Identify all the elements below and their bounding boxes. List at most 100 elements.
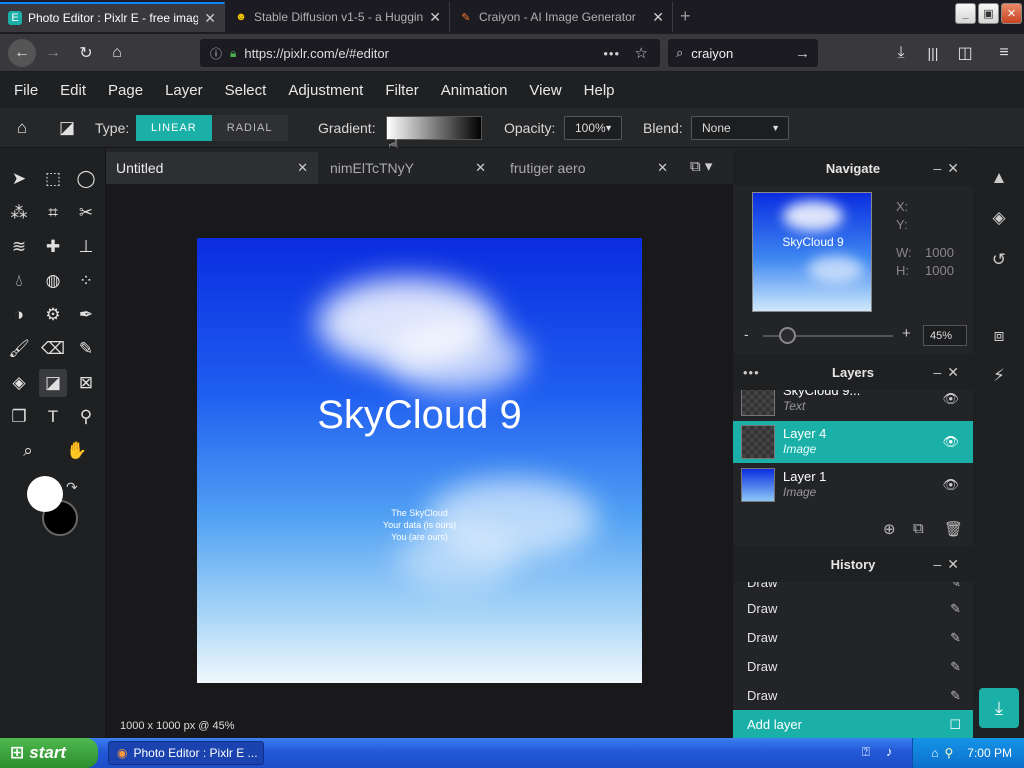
eye-icon[interactable]: 👁︎: [942, 391, 959, 407]
dots-pattern-icon[interactable]: ⁘: [72, 267, 100, 295]
back-arrow-icon[interactable]: ←: [8, 39, 36, 67]
fullscreen-icon[interactable]: ⧈: [987, 324, 1011, 348]
close-icon[interactable]: ✕: [657, 160, 668, 176]
menu-animation[interactable]: Animation: [441, 82, 508, 99]
url-bar[interactable]: ⓘ 🔒︎ https://pixlr.com/e/#editor ••• ☆: [200, 39, 660, 67]
browser-tab-craiyon[interactable]: ✎ Craiyon - AI Image Generator ✕: [451, 2, 673, 32]
close-icon[interactable]: ✕: [475, 160, 486, 176]
shape-frame-icon[interactable]: ⊠: [72, 369, 100, 397]
bookmark-star-icon[interactable]: ☆: [635, 44, 648, 62]
sticker-icon[interactable]: ❐: [5, 403, 33, 431]
close-icon[interactable]: ✕: [429, 9, 441, 26]
panel-controls[interactable]: –✕: [933, 364, 965, 381]
library-icon[interactable]: |||: [922, 42, 944, 64]
dodge-burn-icon[interactable]: ◑: [5, 301, 33, 329]
close-icon[interactable]: ✕: [297, 160, 308, 176]
network-icon[interactable]: ⌂: [931, 746, 938, 760]
menu-layer[interactable]: Layer: [165, 82, 203, 99]
download-icon[interactable]: ⤓: [890, 42, 912, 64]
history-item[interactable]: Draw ✎: [733, 594, 973, 623]
hand-pan-icon[interactable]: ✋: [63, 437, 91, 465]
minimize-button[interactable]: _: [955, 3, 976, 24]
doc-tab-nimeltctnyy[interactable]: nimElTcTNyY ✕: [320, 152, 496, 184]
history-item[interactable]: Draw ✎: [733, 681, 973, 710]
layer-row[interactable]: SkyCloud 9... Text 👁︎: [733, 390, 973, 420]
brush-icon[interactable]: 🖌︎: [5, 335, 33, 363]
zoom-in-icon[interactable]: +: [902, 325, 911, 342]
forward-arrow-icon[interactable]: →: [42, 42, 64, 64]
navigator-icon[interactable]: ▲: [987, 166, 1011, 190]
zoom-value-field[interactable]: 45%: [923, 325, 967, 346]
new-tab-icon[interactable]: +: [680, 6, 691, 27]
zoom-magnifier-icon[interactable]: ⌕: [14, 437, 42, 465]
blend-select[interactable]: None ▼: [691, 116, 789, 140]
lasso-icon[interactable]: ◯: [72, 165, 100, 193]
maximize-button[interactable]: ▣: [978, 3, 999, 24]
history-item[interactable]: Draw ✎: [733, 652, 973, 681]
reload-icon[interactable]: ↻: [75, 42, 97, 64]
panel-controls[interactable]: –✕: [933, 556, 965, 573]
hamburger-menu-icon[interactable]: ≡: [993, 42, 1015, 64]
trash-icon[interactable]: 🗑︎: [944, 520, 963, 538]
menu-edit[interactable]: Edit: [60, 82, 86, 99]
close-icon[interactable]: ✕: [204, 10, 216, 27]
sponge-icon[interactable]: ◍: [39, 267, 67, 295]
radial-button[interactable]: RADIAL: [211, 115, 288, 141]
liquify-icon[interactable]: ≋: [5, 233, 33, 261]
heal-bandage-icon[interactable]: ✚: [39, 233, 67, 261]
eye-icon[interactable]: 👁︎: [942, 477, 959, 493]
history-item[interactable]: Draw ✎: [733, 623, 973, 652]
search-go-arrow-icon[interactable]: →: [795, 45, 810, 62]
arrange-tool-icon[interactable]: ➤: [5, 165, 33, 193]
marquee-select-icon[interactable]: ⬚: [39, 165, 67, 193]
image-canvas[interactable]: SkyCloud 9 The SkyCloud Your data (is ou…: [197, 238, 642, 683]
layers-icon[interactable]: ◈: [987, 206, 1011, 230]
color-picker-icon[interactable]: ✒: [72, 301, 100, 329]
swap-colors-icon[interactable]: ↷: [66, 479, 78, 496]
browser-tab-pixlr[interactable]: E Photo Editor : Pixlr E - free image ✕: [0, 2, 225, 32]
navigate-thumbnail[interactable]: SkyCloud 9: [752, 192, 872, 312]
zoom-out-icon[interactable]: -: [744, 326, 749, 342]
text-tool-icon[interactable]: T: [39, 403, 67, 431]
doc-tab-frutiger-aero[interactable]: frutiger aero ✕: [500, 152, 678, 184]
primary-color-swatch[interactable]: [27, 476, 63, 512]
cut-scissors-icon[interactable]: ✂: [72, 199, 100, 227]
search-icon[interactable]: ⚲: [945, 746, 954, 760]
eraser-icon[interactable]: ⌫: [39, 335, 67, 363]
panel-controls[interactable]: –✕: [933, 160, 965, 177]
help-icon[interactable]: ⍰: [862, 744, 870, 760]
start-button[interactable]: ⊞ start: [0, 738, 98, 768]
linear-button[interactable]: LINEAR: [136, 115, 212, 141]
volume-icon[interactable]: ♪: [886, 744, 893, 759]
paint-bucket-icon[interactable]: ◈: [5, 369, 33, 397]
gear-icon[interactable]: ⚙: [39, 301, 67, 329]
zoom-slider-handle[interactable]: [779, 327, 796, 344]
download-button[interactable]: ⤓: [979, 688, 1019, 728]
opacity-select[interactable]: 100% ▼: [564, 116, 622, 140]
clone-stamp-icon[interactable]: ⊥: [72, 233, 100, 261]
menu-adjustment[interactable]: Adjustment: [288, 82, 363, 99]
history-item[interactable]: Add layer ☐: [733, 710, 973, 738]
menu-file[interactable]: File: [14, 82, 38, 99]
page-actions-icon[interactable]: •••: [603, 46, 620, 61]
taskbar-item-photo-editor[interactable]: ◉ Photo Editor : Pixlr E ...: [108, 741, 264, 765]
eyedropper-icon[interactable]: ⚲: [72, 403, 100, 431]
layer-row[interactable]: Layer 1 Image 👁︎: [733, 464, 973, 506]
duplicate-layer-icon[interactable]: ⧉: [913, 520, 924, 537]
lightning-icon[interactable]: ⚡︎: [987, 364, 1011, 388]
eye-icon[interactable]: 👁︎: [942, 434, 959, 450]
magic-wand-icon[interactable]: ⁂: [5, 199, 33, 227]
gradient-tool-icon[interactable]: ◪: [39, 369, 67, 397]
close-icon[interactable]: ✕: [652, 9, 664, 26]
drop-blur-icon[interactable]: 💧︎: [5, 267, 33, 295]
browser-tab-stable-diffusion[interactable]: ☻ Stable Diffusion v1-5 - a Huggin ✕: [226, 2, 450, 32]
doc-tab-untitled[interactable]: Untitled ✕: [106, 152, 318, 184]
add-layer-icon[interactable]: ⊕: [883, 520, 896, 538]
menu-select[interactable]: Select: [225, 82, 267, 99]
search-input[interactable]: ⌕ craiyon →: [668, 39, 818, 67]
sidebar-icon[interactable]: ◫: [954, 42, 976, 64]
history-icon[interactable]: ↺: [987, 248, 1011, 272]
more-options-icon[interactable]: •••: [743, 365, 760, 380]
window-arrange-icon[interactable]: ⧉ ▾: [690, 157, 712, 175]
gradient-preview[interactable]: [386, 116, 482, 140]
